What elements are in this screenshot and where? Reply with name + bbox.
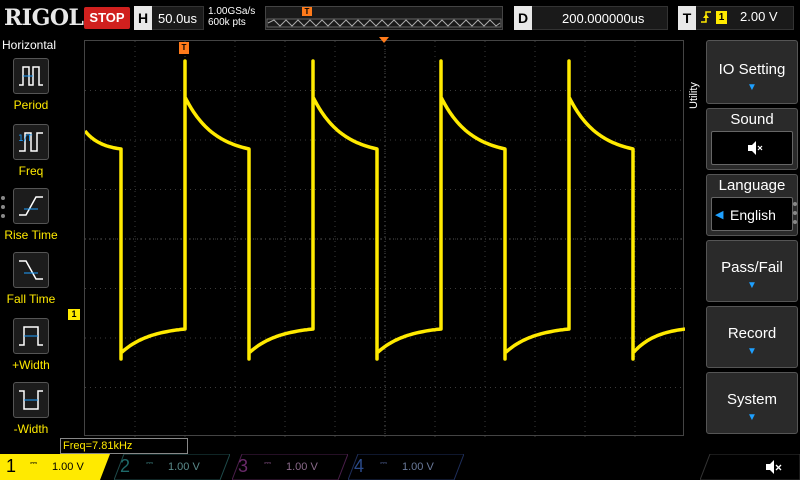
pos-width-icon: [13, 318, 49, 354]
record-button[interactable]: Record ▼: [706, 306, 798, 368]
channel-4-tab[interactable]: 4 ⎓ 1.00 V: [348, 454, 464, 480]
channel-2-number: 2: [120, 456, 131, 476]
rise-time-icon: [13, 188, 49, 224]
speaker-muted-icon: [746, 140, 764, 161]
pos-width-label: +Width: [12, 358, 50, 372]
channel-1-tab[interactable]: 1 ⎓ 1.00 V: [0, 454, 110, 480]
brand-logo: RIGOL: [4, 5, 84, 31]
delay-label: D: [514, 6, 532, 30]
io-setting-button[interactable]: IO Setting ▼: [706, 40, 798, 104]
channel-3-tab[interactable]: 3 ⎓ 1.00 V: [232, 454, 348, 480]
system-button[interactable]: System ▼: [706, 372, 798, 434]
channel-2-scale: 1.00 V: [168, 461, 200, 473]
channel-4-number: 4: [354, 456, 365, 476]
run-stop-status[interactable]: STOP: [84, 7, 130, 29]
svg-text:1/T: 1/T: [18, 134, 33, 144]
dc-coupling-icon: ⎓: [264, 458, 272, 468]
timebase-value: 50.0us: [158, 11, 198, 26]
measure-rise-time[interactable]: Rise Time: [0, 188, 62, 248]
measure-fall-time[interactable]: Fall Time: [0, 252, 62, 312]
delay-value: 200.000000us: [562, 11, 645, 26]
channel-1-number: 1: [6, 456, 17, 476]
freq-icon: 1/T: [13, 124, 49, 160]
channel-2-tab[interactable]: 2 ⎓ 1.00 V: [114, 454, 230, 480]
dc-coupling-icon: ⎓: [146, 458, 154, 468]
page-indicator: [793, 202, 797, 229]
language-group: Language ◀ English: [706, 174, 798, 236]
rising-edge-icon: [700, 9, 712, 28]
measure-neg-width[interactable]: -Width: [0, 382, 62, 442]
chevron-down-icon: ▼: [747, 412, 757, 423]
language-title: Language: [718, 177, 786, 194]
chevron-down-icon: ▼: [747, 82, 757, 93]
measure-period[interactable]: Period: [0, 58, 62, 118]
freq-measurement[interactable]: Freq=7.81kHz: [60, 438, 188, 454]
center-marker-icon: [379, 37, 389, 43]
sound-toggle[interactable]: [711, 131, 793, 165]
chevron-down-icon: ▼: [747, 280, 757, 291]
trigger-position-marker: T: [302, 7, 312, 16]
fall-time-label: Fall Time: [6, 292, 56, 306]
neg-width-icon: [13, 382, 49, 418]
trigger-source-chip: 1: [716, 11, 727, 24]
menu-side-label: Utility: [688, 82, 700, 110]
memory-position-bar[interactable]: T: [265, 6, 503, 30]
record-label: Record: [727, 325, 777, 342]
trigger-label: T: [678, 6, 696, 30]
utility-menu: Utility IO Setting ▼ Sound Language ◀ En…: [686, 36, 800, 454]
measure-pos-width[interactable]: +Width: [0, 318, 62, 378]
pass-fail-label: Pass/Fail: [721, 259, 783, 276]
dc-coupling-icon: ⎓: [380, 458, 388, 468]
sound-title: Sound: [730, 111, 774, 128]
language-value: English: [730, 207, 776, 223]
horizontal-measure-panel: Horizontal Period 1/T Freq Rise Time Fal…: [0, 36, 62, 454]
sample-rate: 1.00GSa/s: [208, 6, 256, 17]
panel-title: Horizontal: [2, 38, 57, 52]
timebase-label: H: [134, 6, 152, 30]
freq-label: Freq: [18, 164, 44, 178]
trigger-top-marker: T: [179, 42, 189, 54]
system-label: System: [726, 391, 777, 408]
chevron-down-icon: ▼: [747, 346, 757, 357]
trigger-level-value: 2.00 V: [740, 9, 778, 24]
neg-width-label: -Width: [13, 422, 49, 436]
channel-1-scale: 1.00 V: [52, 461, 84, 473]
language-select[interactable]: ◀ English: [711, 197, 793, 231]
rise-time-label: Rise Time: [4, 228, 58, 242]
period-label: Period: [13, 98, 49, 112]
fall-time-icon: [13, 252, 49, 288]
channel-bar: 1 ⎓ 1.00 V 2 ⎓ 1.00 V 3 ⎓ 1.00 V 4 ⎓ 1.0…: [0, 453, 800, 480]
status-area: [699, 453, 800, 480]
measure-freq[interactable]: 1/T Freq: [0, 124, 62, 184]
ch1-ground-marker[interactable]: 1: [68, 309, 80, 320]
channel-3-scale: 1.00 V: [286, 461, 318, 473]
period-icon: [13, 58, 49, 94]
io-setting-label: IO Setting: [718, 61, 786, 78]
memory-depth: 600k pts: [208, 17, 246, 28]
dc-coupling-icon: ⎓: [30, 458, 38, 468]
speaker-muted-icon[interactable]: [764, 459, 784, 480]
channel-4-scale: 1.00 V: [402, 461, 434, 473]
page-indicator: [1, 196, 6, 223]
channel-3-number: 3: [238, 456, 249, 476]
graticule: [85, 41, 685, 437]
top-status-bar: RIGOL STOP H 50.0us 1.00GSa/s 600k pts T…: [0, 0, 800, 36]
waveform-grid[interactable]: [84, 40, 685, 437]
sound-group: Sound: [706, 108, 798, 170]
pass-fail-button[interactable]: Pass/Fail ▼: [706, 240, 798, 302]
